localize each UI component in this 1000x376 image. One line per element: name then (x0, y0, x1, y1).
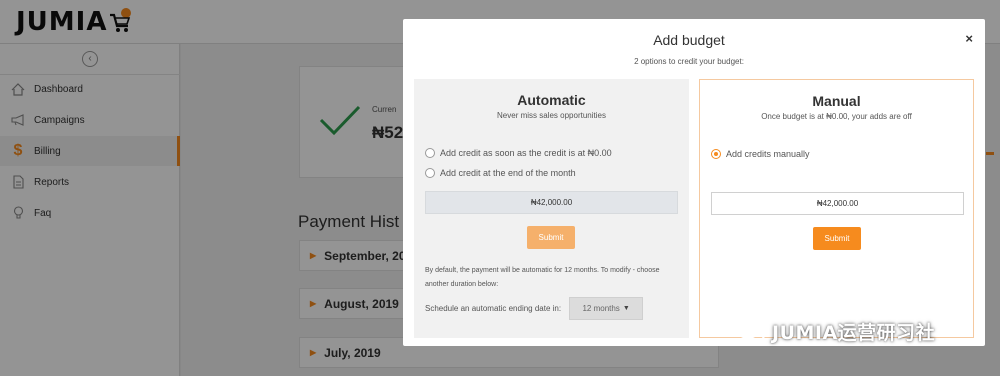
wechat-icon (737, 320, 765, 342)
radio-label: Add credits manually (726, 149, 810, 159)
panel-subtitle: Never miss sales opportunities (497, 111, 606, 120)
automatic-panel: Automatic Never miss sales opportunities… (414, 79, 689, 338)
schedule-row: Schedule an automatic ending date in: 12… (425, 297, 644, 320)
auto-duration-note: By default, the payment will be automati… (425, 267, 660, 288)
schedule-value: 12 months (582, 304, 620, 313)
manual-panel: Manual Once budget is at ₦0.00, your add… (699, 79, 974, 338)
radio-button[interactable] (425, 168, 435, 178)
manual-submit-button[interactable]: Submit (813, 227, 861, 250)
panel-title: Automatic (517, 92, 586, 108)
modal-subtitle: 2 options to credit your budget: (634, 57, 744, 66)
watermark: JUMIA运营研习社 (736, 318, 935, 345)
radio-label: Add credit as soon as the credit is at ₦… (440, 148, 612, 158)
auto-amount-field[interactable]: ₦42,000.00 (425, 191, 678, 214)
schedule-label: Schedule an automatic ending date in: (425, 304, 562, 313)
manual-amount-field[interactable]: ₦42,000.00 (711, 192, 964, 215)
modal-title: Add budget (653, 32, 725, 48)
close-icon[interactable]: × (965, 31, 973, 46)
auto-submit-button[interactable]: Submit (527, 226, 575, 249)
auto-option-zero-balance[interactable]: Add credit as soon as the credit is at ₦… (425, 148, 612, 158)
panel-title: Manual (812, 93, 861, 109)
schedule-duration-select[interactable]: 12 months ▼ (569, 297, 644, 320)
radio-button-selected[interactable] (711, 149, 721, 159)
radio-button[interactable] (425, 148, 435, 158)
caret-down-icon: ▼ (622, 305, 630, 312)
panel-subtitle: Once budget is at ₦0.00, your adds are o… (761, 112, 912, 121)
radio-label: Add credit at the end of the month (440, 168, 576, 178)
manual-option[interactable]: Add credits manually (711, 149, 810, 159)
auto-option-month-end[interactable]: Add credit at the end of the month (425, 168, 576, 178)
watermark-text: JUMIA运营研习社 (772, 322, 936, 344)
add-budget-modal: Add budget × 2 options to credit your bu… (403, 19, 985, 346)
